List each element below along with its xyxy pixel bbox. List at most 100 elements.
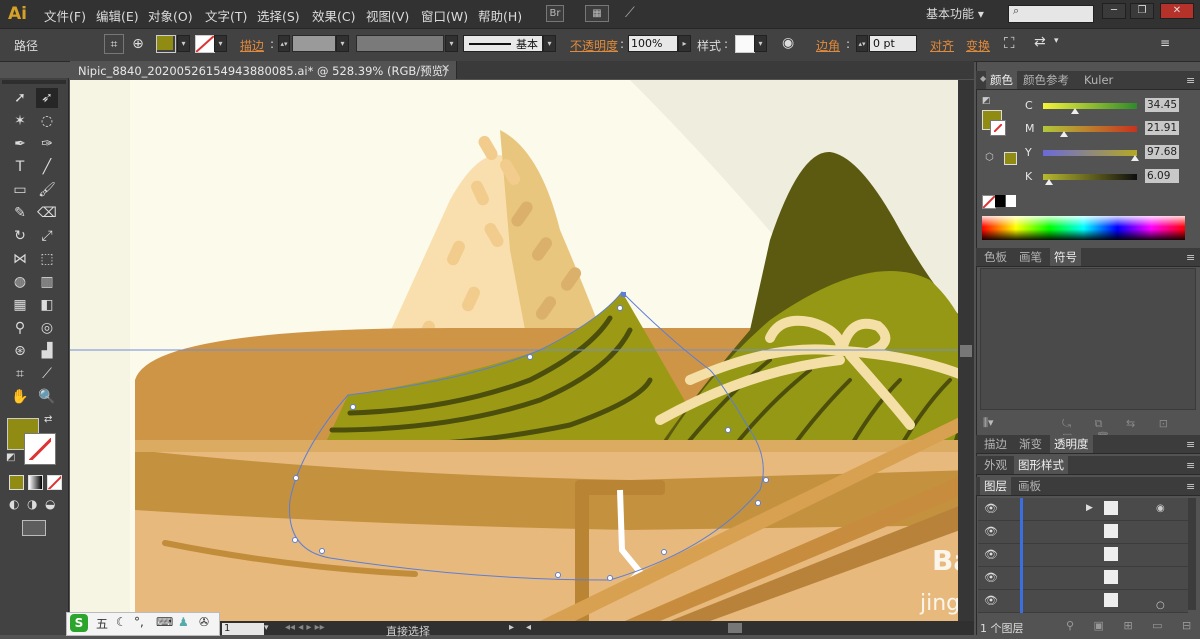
appearance-panel-menu-icon[interactable]: ≡ — [1186, 459, 1195, 472]
toolbar-grip[interactable] — [2, 80, 66, 84]
layers-actions-icons[interactable]: ⚲ ▣ ⊞ ▭ ⊟ — [1066, 619, 1199, 632]
tab-artboards[interactable]: 画板 — [1014, 477, 1045, 495]
tab-appearance[interactable]: 外观 — [980, 456, 1011, 474]
layer-row[interactable] — [978, 544, 1188, 567]
slice-tool-icon[interactable]: ⟋ — [36, 364, 58, 384]
menu-help[interactable]: 帮助(H) — [478, 6, 522, 25]
toolbar-stroke-swatch[interactable] — [24, 433, 56, 465]
style-dropdown[interactable]: ▾ — [754, 35, 767, 52]
fill-dropdown[interactable]: ▾ — [177, 35, 190, 52]
tab-kuler[interactable]: Kuler — [1080, 71, 1117, 89]
close-document-icon[interactable]: ✕ — [441, 62, 450, 75]
perspective-grid-tool-icon[interactable]: ▥ — [36, 272, 58, 292]
channel-value-input[interactable]: 21.91 — [1145, 121, 1179, 135]
opacity-label[interactable]: 不透明度 — [570, 37, 618, 54]
channel-value-input[interactable]: 34.45 — [1145, 98, 1179, 112]
channel-slider-track[interactable] — [1043, 150, 1137, 156]
magic-wand-tool-icon[interactable]: ✶ — [9, 111, 31, 131]
menu-object[interactable]: 对象(O) — [148, 6, 193, 25]
target-icon[interactable]: ○ — [1156, 600, 1165, 611]
scroll-left-icon[interactable]: ◂ — [526, 622, 531, 633]
screen-mode-icon[interactable] — [22, 520, 46, 536]
ime-logo-icon[interactable]: S — [70, 614, 88, 632]
stroke-dropdown[interactable]: ▾ — [214, 35, 227, 52]
channel-slider-thumb[interactable] — [1045, 179, 1053, 185]
draw-behind-icon[interactable]: ◑ — [27, 497, 37, 511]
menu-type[interactable]: 文字(T) — [205, 6, 247, 25]
stroke-weight-dropdown[interactable]: ▾ — [336, 35, 349, 52]
transform-link[interactable]: 变换 — [966, 37, 990, 54]
stroke-none-swatch[interactable] — [195, 35, 215, 53]
column-graph-tool-icon[interactable]: ▟ — [36, 341, 58, 361]
graphic-style-swatch[interactable] — [735, 35, 755, 53]
type-tool-icon[interactable]: T — [9, 157, 31, 177]
zoom-input[interactable]: 1 — [222, 623, 264, 635]
layers-scrollbar[interactable] — [1188, 498, 1196, 610]
draw-normal-icon[interactable]: ◐ — [9, 497, 19, 511]
brush-dropdown[interactable]: ▾ — [543, 35, 556, 52]
align-link[interactable]: 对齐 — [930, 37, 954, 54]
layer-row[interactable] — [978, 521, 1188, 544]
swap-fill-stroke-icon[interactable]: ⇄ — [44, 414, 52, 425]
corner-stepper[interactable]: ▴▾ — [856, 35, 868, 52]
channel-slider-track[interactable] — [1043, 126, 1137, 132]
restore-button[interactable]: ❐ — [1130, 3, 1154, 19]
menu-select[interactable]: 选择(S) — [257, 6, 300, 25]
minimize-button[interactable]: ─ — [1102, 3, 1126, 19]
opacity-input[interactable]: 100% — [628, 35, 678, 52]
visibility-eye-icon[interactable]: 👁 — [984, 548, 998, 561]
opacity-dropdown[interactable]: ▸ — [678, 35, 691, 52]
zoom-dropdown[interactable]: ▾ — [264, 623, 269, 633]
channel-slider-track[interactable] — [1043, 103, 1137, 109]
variable-width-profile[interactable] — [356, 35, 444, 52]
eraser-tool-icon[interactable]: ⌫ — [36, 203, 58, 223]
menu-edit[interactable]: 编辑(E) — [96, 6, 139, 25]
vertical-scroll-thumb[interactable] — [960, 345, 972, 357]
layers-panel-menu-icon[interactable]: ≡ — [1186, 480, 1195, 493]
menu-file[interactable]: 文件(F) — [44, 6, 86, 25]
visibility-eye-icon[interactable]: 👁 — [984, 571, 998, 584]
tab-graphic-styles[interactable]: 图形样式 — [1014, 456, 1068, 474]
tab-gradient[interactable]: 渐变 — [1015, 435, 1046, 453]
control-bar-menu-icon[interactable]: ≡ — [1160, 36, 1170, 50]
channel-slider-thumb[interactable] — [1131, 155, 1139, 161]
color-panel-stroke-swatch[interactable] — [990, 120, 1006, 136]
horizontal-scroll-thumb[interactable] — [728, 623, 742, 633]
default-fill-stroke-icon[interactable]: ◩ — [982, 96, 991, 106]
recolor-artwork-icon[interactable]: ◉ — [782, 35, 794, 51]
tab-transparency[interactable]: 透明度 — [1050, 435, 1093, 453]
symbol-sprayer-tool-icon[interactable]: ⊛ — [9, 341, 31, 361]
corner-label[interactable]: 边角 — [816, 37, 840, 54]
artboard-tool-icon[interactable]: ⌗ — [9, 364, 31, 384]
ime-mode-label[interactable]: 五 — [96, 615, 108, 632]
menu-window[interactable]: 窗口(W) — [421, 6, 468, 25]
punctuation-icon[interactable]: °, — [134, 615, 144, 629]
transform-each-icon[interactable]: ⛶ — [1004, 34, 1015, 52]
visibility-eye-icon[interactable]: 👁 — [984, 594, 998, 607]
menu-effect[interactable]: 效果(C) — [312, 6, 355, 25]
selection-tool-icon[interactable]: ➚ — [9, 88, 31, 108]
none-color-chip[interactable] — [982, 195, 996, 209]
eyedropper-tool-icon[interactable]: ⚲ — [9, 318, 31, 338]
wrench-icon[interactable]: ✇ — [199, 615, 209, 629]
brush-definition[interactable]: 基本 — [463, 35, 543, 52]
tab-brushes[interactable]: 画笔 — [1015, 248, 1046, 266]
channel-value-input[interactable]: 6.09 — [1145, 169, 1179, 183]
white-color-chip[interactable] — [1006, 195, 1016, 207]
anchor-point-icon[interactable]: ⊕ — [128, 34, 148, 54]
workspace-switcher[interactable]: 基本功能 ▾ — [926, 5, 984, 22]
visibility-eye-icon[interactable]: 👁 — [984, 502, 998, 515]
paintbrush-tool-icon[interactable]: 🖌 — [36, 180, 58, 200]
bridge-icon[interactable]: Br — [546, 5, 564, 22]
visibility-eye-icon[interactable]: 👁 — [984, 525, 998, 538]
symbol-library-icon[interactable]: ⫼▾ — [983, 416, 994, 430]
gradient-tool-icon[interactable]: ◧ — [36, 295, 58, 315]
stroke-label[interactable]: 描边 — [240, 37, 264, 54]
line-tool-icon[interactable]: ╱ — [36, 157, 58, 177]
isolate-icon[interactable]: ⌗ — [104, 34, 124, 54]
tab-swatches[interactable]: 色板 — [980, 248, 1011, 266]
moon-icon[interactable]: ☾ — [116, 615, 127, 629]
expand-layer-icon[interactable]: ▶ — [1086, 503, 1093, 513]
lasso-tool-icon[interactable]: ◌ — [36, 111, 58, 131]
default-colors-icon[interactable]: ◩ — [6, 452, 15, 463]
